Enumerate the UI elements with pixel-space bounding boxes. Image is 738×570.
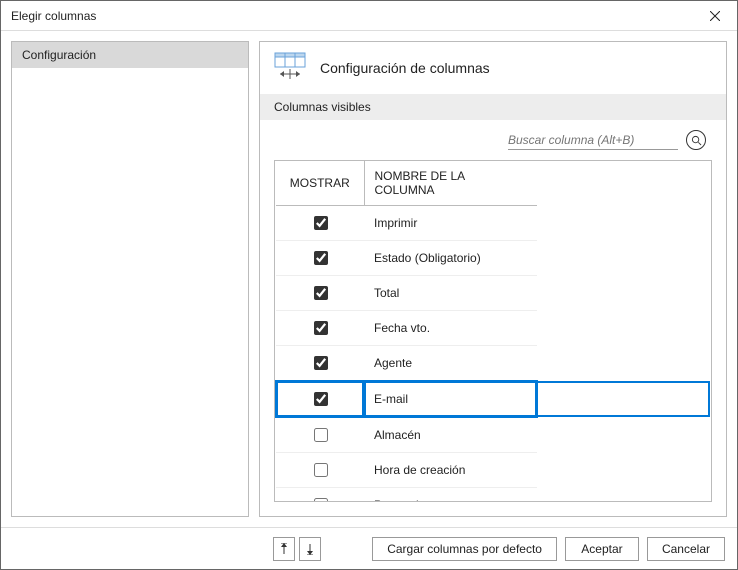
columns-table: MOSTRAR NOMBRE DE LA COLUMNA ImprimirEst…: [275, 161, 711, 501]
show-cell: [276, 311, 364, 346]
cancel-button[interactable]: Cancelar: [647, 537, 725, 561]
footer: Cargar columnas por defecto Aceptar Canc…: [1, 527, 737, 569]
accept-button[interactable]: Aceptar: [565, 537, 639, 561]
column-name-cell: Agente: [364, 346, 537, 382]
show-cell: [276, 488, 364, 502]
close-icon: [710, 11, 720, 21]
table-row[interactable]: Hora de creación: [276, 453, 710, 488]
search-icon: [691, 135, 702, 146]
show-cell: [276, 453, 364, 488]
show-checkbox[interactable]: [314, 286, 328, 300]
move-up-button[interactable]: [273, 537, 295, 561]
column-header-name[interactable]: NOMBRE DE LA COLUMNA: [364, 161, 537, 206]
show-checkbox[interactable]: [314, 251, 328, 265]
sidebar: Configuración: [11, 41, 249, 517]
arrow-up-icon: [280, 543, 288, 555]
table-row[interactable]: Agente: [276, 346, 710, 382]
dialog-body: Configuración Configuración de columnas …: [1, 31, 737, 527]
main-header: Configuración de columnas: [260, 42, 726, 94]
search-input[interactable]: [508, 131, 678, 150]
table-row[interactable]: Proveedor: [276, 488, 710, 502]
window-title: Elegir columnas: [11, 9, 692, 23]
table-row[interactable]: E-mail: [276, 381, 710, 417]
column-name-cell: E-mail: [364, 381, 537, 417]
show-cell: [276, 206, 364, 241]
columns-config-icon: [274, 52, 306, 84]
arrow-down-icon: [306, 543, 314, 555]
table-row[interactable]: Imprimir: [276, 206, 710, 241]
search-button[interactable]: [686, 130, 706, 150]
table-row[interactable]: Almacén: [276, 417, 710, 453]
columns-table-scroll[interactable]: MOSTRAR NOMBRE DE LA COLUMNA ImprimirEst…: [275, 161, 711, 501]
titlebar: Elegir columnas: [1, 1, 737, 31]
move-down-button[interactable]: [299, 537, 321, 561]
show-checkbox[interactable]: [314, 216, 328, 230]
show-checkbox[interactable]: [314, 428, 328, 442]
load-defaults-button[interactable]: Cargar columnas por defecto: [372, 537, 557, 561]
reorder-buttons: [273, 537, 321, 561]
main-title: Configuración de columnas: [320, 60, 490, 76]
table-row[interactable]: Fecha vto.: [276, 311, 710, 346]
search-row: [260, 120, 726, 160]
main-panel: Configuración de columnas Columnas visib…: [259, 41, 727, 517]
table-row[interactable]: Total: [276, 276, 710, 311]
sidebar-item-configuracion[interactable]: Configuración: [12, 42, 248, 68]
dialog-window: Elegir columnas Configuración Con: [0, 0, 738, 570]
column-name-cell: Total: [364, 276, 537, 311]
show-checkbox[interactable]: [314, 356, 328, 370]
column-name-cell: Estado (Obligatorio): [364, 241, 537, 276]
close-button[interactable]: [692, 1, 737, 30]
show-cell: [276, 241, 364, 276]
column-name-cell: Almacén: [364, 417, 537, 453]
table-row[interactable]: Estado (Obligatorio): [276, 241, 710, 276]
show-cell: [276, 276, 364, 311]
column-header-show[interactable]: MOSTRAR: [276, 161, 364, 206]
show-cell: [276, 346, 364, 382]
show-checkbox[interactable]: [314, 498, 328, 501]
show-checkbox[interactable]: [314, 321, 328, 335]
show-cell: [276, 381, 364, 417]
column-name-cell: Imprimir: [364, 206, 537, 241]
section-label: Columnas visibles: [260, 94, 726, 120]
show-checkbox[interactable]: [314, 463, 328, 477]
column-name-cell: Proveedor: [364, 488, 537, 502]
columns-table-wrap: MOSTRAR NOMBRE DE LA COLUMNA ImprimirEst…: [274, 160, 712, 502]
show-checkbox[interactable]: [314, 392, 328, 406]
show-cell: [276, 417, 364, 453]
column-name-cell: Hora de creación: [364, 453, 537, 488]
column-name-cell: Fecha vto.: [364, 311, 537, 346]
